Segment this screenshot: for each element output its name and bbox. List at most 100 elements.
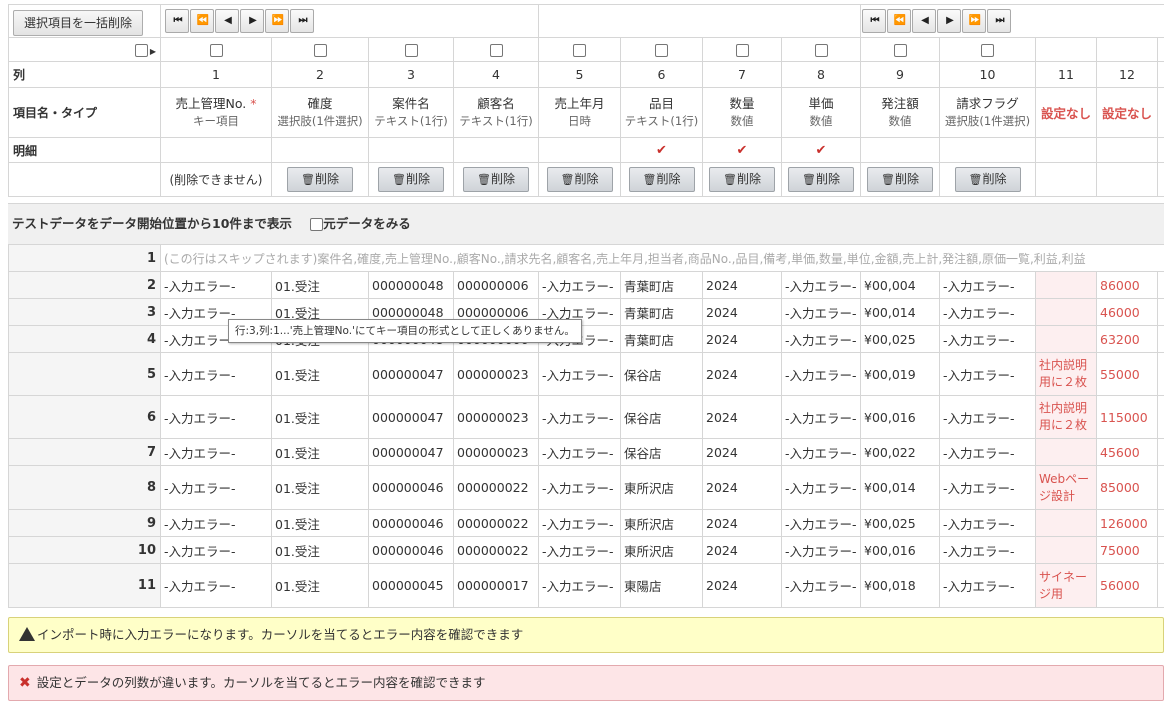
column-header-unset[interactable]: 設定なし: [1035, 87, 1097, 138]
row-number[interactable]: 2: [8, 271, 161, 299]
cell-value-unset[interactable]: サイネージ用: [1035, 563, 1097, 608]
show-original-checkbox[interactable]: [310, 218, 324, 231]
column-header[interactable]: 単価 数値: [781, 87, 861, 138]
cell-value[interactable]: 2024: [702, 509, 782, 537]
row-number[interactable]: 7: [8, 438, 161, 466]
cell-value[interactable]: -入力エラー-: [781, 271, 861, 299]
cell-value[interactable]: ¥00,016: [860, 395, 940, 439]
show-original-toggle[interactable]: 元データをみる: [310, 216, 411, 231]
cell-value-unset[interactable]: [1035, 271, 1097, 299]
next-icon[interactable]: ▶: [240, 9, 264, 33]
cell-value[interactable]: 2024: [702, 536, 782, 564]
row-number[interactable]: 4: [8, 325, 161, 353]
cell-value-unset[interactable]: 75000: [1096, 536, 1158, 564]
cell-value[interactable]: 01.受注: [271, 536, 369, 564]
cell-value[interactable]: ¥00,016: [860, 536, 940, 564]
cell-value[interactable]: 青葉町店: [620, 298, 703, 326]
cell-value[interactable]: ¥00,025: [860, 325, 940, 353]
cell-value[interactable]: -入力エラー-: [781, 298, 861, 326]
cell-value[interactable]: 000000022: [453, 509, 539, 537]
cell-value-unset[interactable]: 社内説明用に２枚: [1035, 352, 1097, 396]
cell-value[interactable]: 000000047: [368, 352, 454, 396]
cell-value[interactable]: 000000045: [368, 563, 454, 608]
cell-value[interactable]: -入力エラー-: [939, 395, 1036, 439]
delete-column-button[interactable]: 🗑削除: [867, 167, 933, 192]
cell-value[interactable]: -入力エラー-: [538, 438, 621, 466]
cell-value-unset[interactable]: [1035, 509, 1097, 537]
column-checkbox[interactable]: [573, 43, 586, 57]
next-fast-icon[interactable]: ⏩: [265, 9, 289, 33]
column-header[interactable]: 発注額 数値: [860, 87, 940, 138]
row-number[interactable]: 11: [8, 563, 161, 608]
cell-value[interactable]: -入力エラー-: [781, 509, 861, 537]
cell-value[interactable]: 保谷店: [620, 395, 703, 439]
first-page-icon[interactable]: ⏮: [165, 9, 189, 33]
cell-value[interactable]: -入力エラー-: [781, 438, 861, 466]
cell-value[interactable]: 000000046: [368, 509, 454, 537]
column-checkbox[interactable]: [893, 43, 907, 57]
delete-column-button[interactable]: 🗑削除: [378, 167, 444, 192]
delete-column-button[interactable]: 🗑削除: [546, 167, 613, 192]
cell-value[interactable]: 東所沢店: [620, 465, 703, 510]
prev-icon[interactable]: ◀: [215, 9, 239, 33]
row-number[interactable]: 9: [8, 509, 161, 537]
select-all-checkbox[interactable]: [134, 43, 148, 57]
cell-value[interactable]: 青葉町店: [620, 271, 703, 299]
cell-value-unset[interactable]: [1035, 438, 1097, 466]
cell-value[interactable]: 000000046: [368, 536, 454, 564]
column-header[interactable]: 案件名 テキスト(1行): [368, 87, 454, 138]
cell-value[interactable]: -入力エラー-: [781, 563, 861, 608]
column-header-unset[interactable]: 設定なし: [1096, 87, 1158, 138]
cell-value[interactable]: -入力エラー-: [939, 465, 1036, 510]
cell-value[interactable]: -入力エラー-: [939, 298, 1036, 326]
delete-column-button[interactable]: 🗑削除: [628, 167, 695, 192]
last-page-icon[interactable]: ⏭: [987, 9, 1011, 33]
cell-value[interactable]: -入力エラー-: [538, 352, 621, 396]
cell-value[interactable]: 2024: [702, 438, 782, 466]
column-header[interactable]: 請求フラグ 選択肢(1件選択): [939, 87, 1036, 138]
cell-value[interactable]: -入力エラー-: [160, 395, 272, 439]
column-checkbox[interactable]: [209, 43, 223, 57]
row-number[interactable]: 5: [8, 352, 161, 396]
cell-value[interactable]: 2024: [702, 271, 782, 299]
cell-value-unset[interactable]: 63200: [1096, 325, 1158, 353]
cell-value[interactable]: ¥00,014: [860, 465, 940, 510]
cell-value[interactable]: ¥00,014: [860, 298, 940, 326]
column-header[interactable]: 確度 選択肢(1件選択): [271, 87, 369, 138]
cell-value[interactable]: -入力エラー-: [939, 536, 1036, 564]
delete-column-button[interactable]: 🗑削除: [788, 167, 854, 192]
delete-column-button[interactable]: 🗑削除: [954, 167, 1021, 192]
cell-value[interactable]: ¥00,025: [860, 509, 940, 537]
bulk-delete-button[interactable]: 選択項目を一括削除: [13, 10, 144, 36]
cell-value[interactable]: 000000046: [368, 465, 454, 510]
cell-value[interactable]: 000000006: [453, 271, 539, 299]
cell-value[interactable]: -入力エラー-: [538, 271, 621, 299]
cell-value[interactable]: -入力エラー-: [160, 536, 272, 564]
cell-value-unset[interactable]: 115000: [1096, 395, 1158, 439]
column-header[interactable]: 数量 数値: [702, 87, 782, 138]
delete-column-button[interactable]: 🗑削除: [709, 167, 775, 192]
cell-value[interactable]: 2024: [702, 352, 782, 396]
cell-value[interactable]: 保谷店: [620, 352, 703, 396]
cell-value[interactable]: -入力エラー-: [939, 563, 1036, 608]
cell-value[interactable]: ¥00,019: [860, 352, 940, 396]
cell-value[interactable]: ¥00,004: [860, 271, 940, 299]
column-header[interactable]: 品目 テキスト(1行): [620, 87, 703, 138]
cell-value[interactable]: -入力エラー-: [538, 395, 621, 439]
delete-column-button[interactable]: 🗑削除: [463, 167, 529, 192]
cell-value-unset[interactable]: [1035, 536, 1097, 564]
cell-value[interactable]: 東所沢店: [620, 509, 703, 537]
cell-value[interactable]: -入力エラー-: [939, 271, 1036, 299]
delete-column-button[interactable]: 🗑削除: [287, 167, 353, 192]
cell-value-unset[interactable]: [1035, 298, 1097, 326]
first-page-icon[interactable]: ⏮: [862, 9, 886, 33]
column-header[interactable]: 売上管理No. * キー項目: [160, 87, 272, 138]
row-number[interactable]: 3: [8, 298, 161, 326]
prev-fast-icon[interactable]: ⏪: [190, 9, 214, 33]
cell-value-unset[interactable]: [1035, 325, 1097, 353]
cell-value-unset[interactable]: 46000: [1096, 298, 1158, 326]
cell-value[interactable]: ¥00,022: [860, 438, 940, 466]
cell-value[interactable]: -入力エラー-: [160, 563, 272, 608]
column-checkbox[interactable]: [489, 43, 503, 57]
next-fast-icon[interactable]: ⏩: [962, 9, 986, 33]
